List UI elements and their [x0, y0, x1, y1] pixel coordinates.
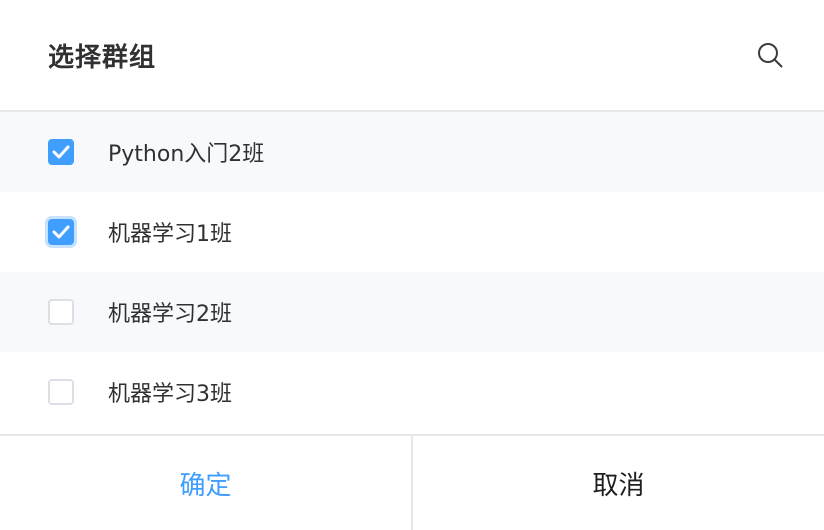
checkbox[interactable]	[48, 379, 74, 405]
check-icon	[52, 145, 70, 159]
select-group-dialog: 选择群组 Python入门2班 机器学习1班 机器学习2班 机器学习3班 确定 …	[0, 0, 824, 530]
checkbox[interactable]	[48, 139, 74, 165]
search-button[interactable]	[752, 37, 788, 73]
dialog-footer: 确定 取消	[0, 434, 824, 530]
group-list: Python入门2班 机器学习1班 机器学习2班 机器学习3班	[0, 112, 824, 434]
group-label: 机器学习1班	[108, 222, 232, 247]
dialog-header: 选择群组	[0, 0, 824, 112]
checkbox[interactable]	[48, 299, 74, 325]
search-icon	[758, 43, 783, 68]
dialog-title: 选择群组	[48, 42, 157, 73]
checkbox[interactable]	[48, 219, 74, 245]
group-item[interactable]: 机器学习3班	[0, 352, 824, 432]
group-item[interactable]: 机器学习1班	[0, 192, 824, 272]
group-item[interactable]: Python入门2班	[0, 112, 824, 192]
confirm-button[interactable]: 确定	[0, 436, 413, 530]
group-label: 机器学习3班	[108, 382, 232, 407]
group-label: 机器学习2班	[108, 302, 232, 327]
group-label: Python入门2班	[108, 142, 265, 167]
check-icon	[52, 225, 70, 239]
group-item[interactable]: 机器学习2班	[0, 272, 824, 352]
cancel-button[interactable]: 取消	[413, 436, 824, 530]
